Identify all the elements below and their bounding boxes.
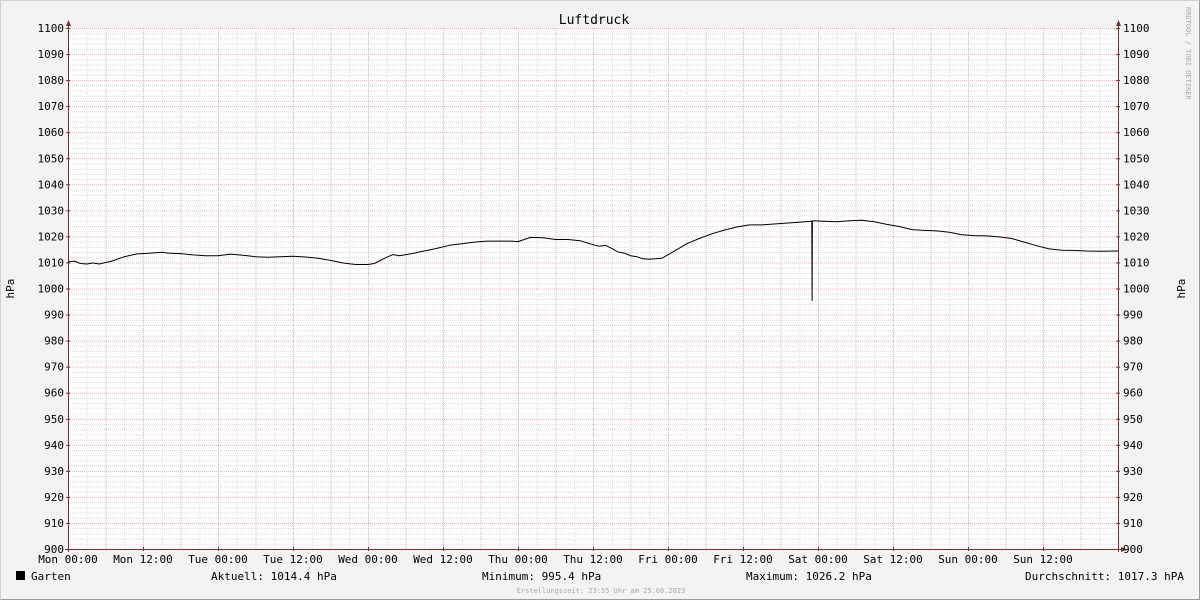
y-tick-label: 1010 [1123,256,1150,269]
x-tick-label: Fri 00:00 [638,553,698,566]
y-tick-label: 1080 [1123,74,1150,87]
y-tick-label: 1090 [1123,48,1150,61]
y-tick-label: 1030 [38,204,65,217]
x-tick-labels: Mon 00:00 Mon 12:00 Tue 00:00 Tue 12:00 Wed … [38,553,1073,566]
y-tick-label: 920 [44,491,64,504]
y-tick-label: 900 [1123,543,1143,556]
y-tick-label: 1100 [38,22,65,35]
y-tick-label: 980 [44,335,64,348]
x-tick-label: Sat 00:00 [788,553,848,566]
y-tick-label: 930 [1123,465,1143,478]
y-tick-label: 960 [1123,387,1143,400]
x-tick-label: Tue 00:00 [188,553,248,566]
y-tick-labels-left: 9009109209309409509609709809901000101010… [38,22,65,556]
x-tick-label: Sun 00:00 [938,553,998,566]
y-axis-arrow-left [66,20,71,26]
y-tick-label: 940 [1123,439,1143,452]
x-tick-label: Wed 00:00 [338,553,398,566]
y-tick-label: 1050 [1123,152,1150,165]
stat-maximum: Maximum: 1026.2 hPa [746,570,872,583]
y-tick-label: 1100 [1123,22,1150,35]
y-tick-label: 910 [1123,517,1143,530]
y-tick-label: 960 [44,387,64,400]
y-tick-label: 990 [44,309,64,322]
y-tick-label: 1060 [38,126,65,139]
y-tick-label: 1040 [1123,178,1150,191]
y-tick-label: 980 [1123,335,1143,348]
legend-label-garten: Garten [31,570,71,583]
y-tick-label: 1020 [38,230,65,243]
chart-svg: 900 910 920 930 940 950 960 970 980 990 1000 1010 10… [4,7,1192,595]
watermark: RRDTOOL / TOBI OETIKER [1184,7,1192,101]
y-tick-label: 1070 [1123,100,1150,113]
y-tick-label: 940 [44,439,64,452]
y-tick-label: 950 [1123,413,1143,426]
y-tick-label: 1020 [1123,230,1150,243]
y-axis-label-left: hPa [4,279,17,299]
x-tick-label: Mon 12:00 [113,553,173,566]
y-tick-label: 1090 [38,48,65,61]
x-tick-label: Thu 00:00 [488,553,548,566]
stat-current: Aktuell: 1014.4 hPa [211,570,337,583]
creation-time: Erstellungszeit: 23:55 Uhr am 25.06.2023 [517,587,686,595]
y-axis-label-right: hPa [1175,279,1188,299]
x-tick-label: Sat 12:00 [863,553,923,566]
y-tick-label: 1070 [38,100,65,113]
y-tick-label: 910 [44,517,64,530]
y-tick-label: 950 [44,413,64,426]
x-tick-label: Thu 12:00 [563,553,623,566]
y-tick-label: 1040 [38,178,65,191]
x-tick-label: Sun 12:00 [1013,553,1073,566]
y-tick-label: 1050 [38,152,65,165]
stat-minimum: Minimum: 995.4 hPa [482,570,601,583]
y-tick-label: 970 [1123,361,1143,374]
x-tick-label: Mon 00:00 [38,553,98,566]
y-tick-label: 1000 [1123,283,1150,296]
x-tick-label: Tue 12:00 [263,553,323,566]
y-tick-labels-right: 900 910 920 930 940 950 960 970 980 990 1000 1010 10… [1123,22,1150,556]
y-tick-label: 920 [1123,491,1143,504]
stat-average: Durchschnitt: 1017.3 hPA [1025,570,1184,583]
legend-swatch [16,571,25,580]
y-tick-label: 1010 [38,256,65,269]
y-tick-label: 1030 [1123,204,1150,217]
y-tick-label: 990 [1123,309,1143,322]
x-tick-label: Wed 12:00 [413,553,473,566]
x-tick-label: Fri 12:00 [713,553,773,566]
y-tick-label: 1060 [1123,126,1150,139]
y-tick-label: 1000 [38,283,65,296]
chart-container: 900 910 920 930 940 950 960 970 980 990 1000 1010 10… [0,0,1200,600]
y-axis-arrow-right [1116,20,1121,26]
y-tick-label: 1080 [38,74,65,87]
y-tick-label: 930 [44,465,64,478]
chart-title: Luftdruck [559,13,630,28]
y-tick-label: 970 [44,361,64,374]
